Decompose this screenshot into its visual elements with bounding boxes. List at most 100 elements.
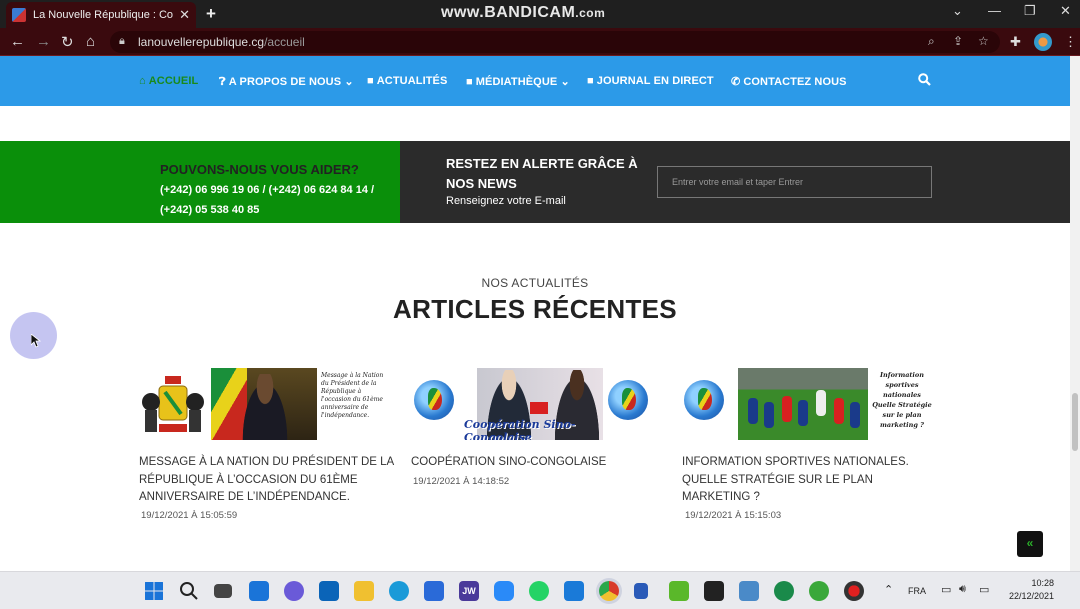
app-icon[interactable]	[669, 581, 689, 601]
scrollbar-thumb[interactable]	[1072, 393, 1078, 451]
section-title: ARTICLES RÉCENTES	[393, 294, 677, 324]
tray-overflow-chevron-icon[interactable]: ⌃	[884, 583, 893, 596]
tab-search-chevron-icon[interactable]: ⌄	[952, 3, 963, 19]
back-to-top-button[interactable]: «	[1017, 531, 1043, 557]
phone-icon: ✆	[731, 76, 741, 88]
question-icon: ❓︎	[219, 76, 226, 88]
edge-icon[interactable]	[389, 581, 409, 601]
chevron-down-icon: ⌄	[560, 76, 570, 88]
address-bar[interactable]: 🔒︎ lanouvellerepublique.cg/accueil ⌕ ⇪ ☆	[110, 31, 1000, 53]
nav-item-journal[interactable]: ■ JOURNAL EN DIRECT	[587, 75, 714, 87]
app-icon[interactable]	[774, 581, 794, 601]
mouse-cursor-icon	[31, 334, 41, 348]
forward-icon[interactable]: →	[36, 33, 51, 50]
chevron-down-icon: ⌄	[344, 76, 354, 88]
section-kicker: NOS ACTUALITÉS	[481, 276, 589, 290]
close-window-button[interactable]: ✕	[1060, 3, 1071, 19]
site-navbar: ⌂ ACCUEIL ❓︎ A PROPOS DE NOUS ⌄ ■ ACTUALITÉ…	[0, 56, 1070, 106]
article-date: 19/12/2021 À 15:05:59	[141, 510, 238, 521]
globe-icon	[684, 380, 724, 420]
profile-avatar[interactable]	[1034, 33, 1052, 51]
article-image-caption: Information sportives nationales Quelle …	[872, 371, 932, 429]
article-title[interactable]: MESSAGE À LA NATION DU PRÉSIDENT DE LA R…	[139, 454, 395, 507]
star-icon[interactable]: ☆	[978, 34, 989, 48]
vscode-icon[interactable]	[564, 581, 584, 601]
volume-icon[interactable]: 🔊︎	[959, 583, 966, 596]
article-image-caption: Coopération Sino-Congolaise	[464, 418, 576, 440]
browser-tab-bar: La Nouvelle République : Congo ✕ + www.B…	[0, 0, 1080, 28]
coat-of-arms-icon	[142, 376, 204, 432]
new-tab-button[interactable]: +	[206, 4, 216, 24]
video-icon: ■	[367, 75, 374, 87]
nav-item-contact[interactable]: ✆ CONTACTEZ NOUS	[731, 75, 847, 88]
menu-icon[interactable]: ⋮	[1064, 34, 1077, 50]
video-icon: ■	[466, 76, 473, 88]
newsletter-email-field[interactable]	[657, 166, 932, 198]
chrome-icon[interactable]	[599, 581, 619, 601]
globe-icon	[414, 380, 454, 420]
article-image-caption: Message à la Nation du Président de la R…	[321, 372, 384, 419]
teams-chat-icon[interactable]	[284, 581, 304, 601]
browser-toolbar: ← → ↻ ⌂ 🔒︎ lanouvellerepublique.cg/accue…	[0, 28, 1080, 56]
article-image-2[interactable]: Coopération Sino-Congolaise	[412, 368, 662, 440]
football-photo	[738, 368, 868, 440]
home-icon[interactable]: ⌂	[86, 33, 95, 50]
article-image-1[interactable]: Message à la Nation du Président de la R…	[139, 368, 389, 440]
globe-icon	[608, 380, 648, 420]
nav-item-accueil[interactable]: ⌂ ACCUEIL	[139, 75, 198, 87]
reload-icon[interactable]: ↻	[61, 33, 74, 51]
photos-icon[interactable]	[739, 581, 759, 601]
outlook-icon[interactable]	[319, 581, 339, 601]
battery-icon[interactable]: ▭	[979, 583, 989, 596]
article-title[interactable]: INFORMATION SPORTIVES NATIONALES. QUELLE…	[682, 454, 938, 507]
whatsapp-icon[interactable]	[529, 581, 549, 601]
help-panel: POUVONS-NOUS VOUS AIDER? (+242) 06 996 1…	[0, 141, 400, 223]
bandicam-watermark: www.BANDICAM.com	[441, 4, 606, 21]
help-phones[interactable]: (+242) 06 996 19 06 / (+242) 06 624 84 1…	[160, 184, 374, 196]
newsletter-heading: RESTEZ EN ALERTE GRÂCE À NOS NEWS	[446, 156, 638, 191]
terminal-icon[interactable]	[704, 581, 724, 601]
nav-item-actualites[interactable]: ■ ACTUALITÉS	[367, 75, 447, 87]
help-phones[interactable]: (+242) 05 538 40 85	[160, 204, 259, 216]
jw-library-icon[interactable]: JW	[459, 581, 479, 601]
bandicam-record-icon[interactable]	[844, 581, 864, 601]
tab-title: La Nouvelle République : Congo	[33, 9, 174, 21]
site-favicon-icon	[12, 8, 26, 22]
minimize-button[interactable]: —	[988, 3, 1001, 18]
restore-button[interactable]: ❐	[1024, 3, 1036, 19]
windows-start-icon[interactable]	[144, 581, 164, 601]
extensions-icon[interactable]: ✚	[1010, 34, 1021, 50]
article-image-3[interactable]: Information sportives nationales Quelle …	[682, 368, 932, 440]
article-title[interactable]: COOPÉRATION SINO-CONGOLAISE	[411, 454, 667, 472]
taskbar-clock[interactable]: 10:28 22/12/2021	[1002, 577, 1054, 603]
zoom-app-icon[interactable]	[494, 581, 514, 601]
store-icon[interactable]	[424, 581, 444, 601]
task-view-icon[interactable]	[214, 584, 232, 598]
zoom-icon[interactable]: ⌕	[928, 34, 935, 49]
nav-item-mediatheque[interactable]: ■ MÉDIATHÈQUE ⌄	[466, 75, 570, 88]
article-date: 19/12/2021 À 14:18:52	[413, 476, 510, 487]
page-scrollbar[interactable]	[1070, 56, 1080, 571]
back-icon[interactable]: ←	[10, 33, 25, 50]
browser-tab[interactable]: La Nouvelle République : Congo ✕	[6, 2, 196, 28]
network-icon[interactable]: ▭	[941, 583, 951, 596]
home-icon: ⌂	[139, 75, 146, 87]
share-icon[interactable]: ⇪	[953, 34, 963, 48]
china-flag-icon	[530, 402, 548, 414]
video-icon: ■	[587, 75, 594, 87]
tab-close-button[interactable]: ✕	[179, 7, 190, 23]
help-heading: POUVONS-NOUS VOUS AIDER?	[160, 162, 359, 177]
widgets-icon[interactable]	[249, 581, 269, 601]
language-indicator[interactable]: FRA	[908, 586, 926, 596]
url-text[interactable]: lanouvellerepublique.cg/accueil	[138, 35, 305, 49]
search-icon[interactable]	[918, 73, 931, 86]
nav-item-a-propos[interactable]: ❓︎ A PROPOS DE NOUS ⌄	[219, 75, 354, 89]
file-explorer-icon[interactable]	[354, 581, 374, 601]
newsletter-subtitle: Renseignez votre E-mail	[446, 195, 566, 207]
lock-icon[interactable]: 🔒︎	[119, 35, 125, 48]
president-figure	[239, 374, 291, 440]
app-icon[interactable]	[809, 581, 829, 601]
app-icon[interactable]	[634, 583, 648, 599]
search-icon[interactable]	[179, 581, 199, 601]
windows-taskbar: JW ⌃ FRA ▭ 🔊︎ ▭ 10:28 22/12/2021	[0, 571, 1080, 609]
